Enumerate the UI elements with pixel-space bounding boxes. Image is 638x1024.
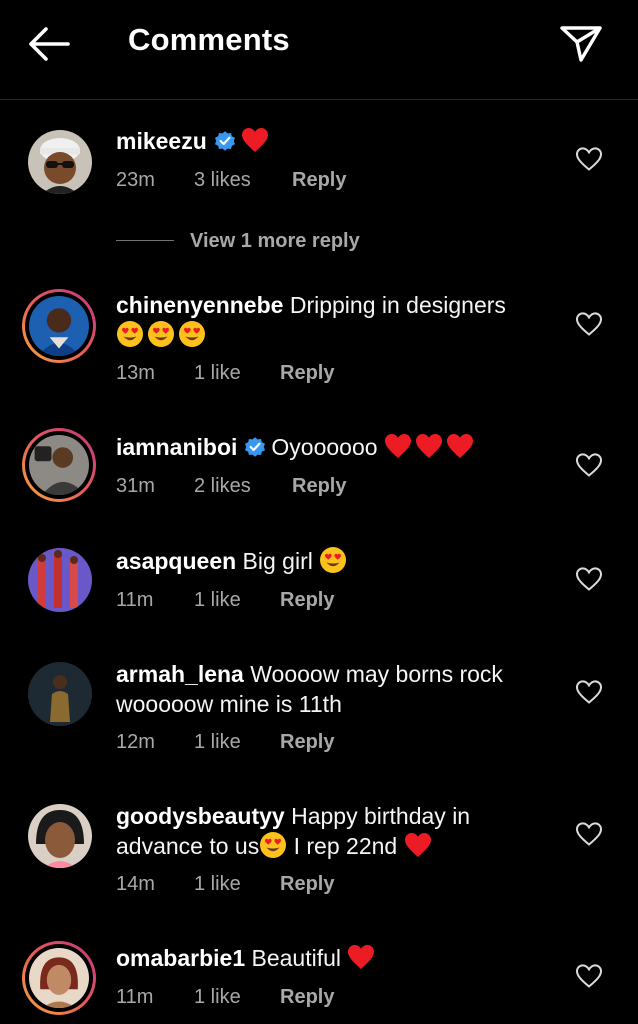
profile-photo	[29, 435, 89, 495]
profile-photo	[28, 130, 92, 194]
heart-outline-icon[interactable]	[575, 963, 603, 989]
like-count[interactable]: 1 like	[194, 873, 280, 896]
comment-text: asapqueen Big girl	[116, 546, 546, 576]
comment-text: armah_lena Woooow may borns rock wooooow…	[116, 659, 546, 719]
comment-time: 31m	[116, 475, 155, 497]
username[interactable]: omabarbie1	[116, 945, 245, 971]
like-count[interactable]: 2 likes	[194, 475, 292, 498]
comment-body: Beautiful	[251, 945, 342, 971]
comment-body: Oyoooooo	[271, 434, 378, 460]
profile-photo	[29, 948, 89, 1008]
reply-button[interactable]: Reply	[280, 873, 334, 896]
avatar[interactable]	[28, 804, 92, 868]
username[interactable]: goodysbeautyy	[116, 803, 285, 829]
comment-meta: 12m 1 like Reply	[116, 731, 334, 754]
red-heart-emoji-icon	[347, 944, 375, 970]
comment-meta: 11m 1 like Reply	[116, 589, 334, 612]
heart-eyes-emoji-icon	[178, 320, 206, 348]
reply-button[interactable]: Reply	[280, 731, 334, 754]
like-count[interactable]: 1 like	[194, 986, 280, 1009]
comment-text: mikeezu	[116, 126, 546, 156]
heart-outline-icon[interactable]	[575, 146, 603, 172]
comment-body-continued: I rep 22nd	[293, 833, 398, 859]
comment-meta: 23m 3 likes Reply	[116, 169, 346, 192]
heart-eyes-emoji-icon	[259, 831, 287, 859]
comments-header: Comments	[0, 0, 638, 100]
profile-photo	[28, 548, 92, 612]
heart-eyes-emoji-icon	[116, 320, 144, 348]
avatar[interactable]	[22, 941, 96, 1015]
heart-eyes-emoji-icon	[319, 546, 347, 574]
red-heart-emoji-icon	[241, 127, 269, 153]
profile-photo	[28, 804, 92, 868]
avatar[interactable]	[22, 428, 96, 502]
username[interactable]: iamnaniboi	[116, 434, 237, 460]
comment-time: 14m	[116, 873, 155, 895]
like-count[interactable]: 1 like	[194, 589, 280, 612]
comment-meta: 13m 1 like Reply	[116, 362, 334, 385]
heart-outline-icon[interactable]	[575, 452, 603, 478]
reply-button[interactable]: Reply	[292, 169, 346, 192]
verified-badge-icon	[213, 129, 237, 153]
comment-text: omabarbie1 Beautiful	[116, 943, 546, 973]
view-more-label: View 1 more reply	[190, 230, 360, 252]
comment-meta: 31m 2 likes Reply	[116, 475, 346, 498]
heart-outline-icon[interactable]	[575, 821, 603, 847]
back-button[interactable]	[26, 24, 72, 64]
red-heart-emoji-icon	[404, 832, 432, 858]
profile-photo	[28, 662, 92, 726]
reply-button[interactable]: Reply	[280, 986, 334, 1009]
reply-button[interactable]: Reply	[292, 475, 346, 498]
like-count[interactable]: 1 like	[194, 362, 280, 385]
share-button[interactable]	[558, 22, 604, 64]
red-heart-emoji-icon	[415, 433, 443, 459]
red-heart-emoji-icon	[384, 433, 412, 459]
reply-button[interactable]: Reply	[280, 362, 334, 385]
username[interactable]: chinenyennebe	[116, 292, 283, 318]
avatar[interactable]	[28, 662, 92, 726]
avatar[interactable]	[22, 289, 96, 363]
comment-text: chinenyennebe Dripping in designers	[116, 290, 546, 350]
arrow-left-icon	[29, 27, 70, 61]
heart-outline-icon[interactable]	[575, 311, 603, 337]
comment-meta: 11m 1 like Reply	[116, 986, 334, 1009]
comment-time: 11m	[116, 986, 154, 1008]
username[interactable]: armah_lena	[116, 661, 244, 687]
comment-time: 12m	[116, 731, 155, 753]
reply-button[interactable]: Reply	[280, 589, 334, 612]
page-title: Comments	[128, 22, 290, 57]
comment-time: 11m	[116, 589, 154, 611]
avatar[interactable]	[28, 130, 92, 194]
heart-outline-icon[interactable]	[575, 679, 603, 705]
heart-outline-icon[interactable]	[575, 566, 603, 592]
comment-body: Big girl	[242, 548, 313, 574]
red-heart-emoji-icon	[446, 433, 474, 459]
comment-text: goodysbeautyy Happy birthday in advance …	[116, 801, 546, 861]
like-count[interactable]: 1 like	[194, 731, 280, 754]
heart-eyes-emoji-icon	[147, 320, 175, 348]
username[interactable]: asapqueen	[116, 548, 236, 574]
divider	[116, 240, 174, 241]
avatar[interactable]	[28, 548, 92, 612]
comment-meta: 14m 1 like Reply	[116, 873, 334, 896]
comment-time: 23m	[116, 169, 155, 191]
paper-plane-icon	[560, 26, 602, 62]
comment-time: 13m	[116, 362, 155, 384]
profile-photo	[29, 296, 89, 356]
like-count[interactable]: 3 likes	[194, 169, 292, 192]
comment-body: Dripping in designers	[289, 292, 506, 318]
verified-badge-icon	[243, 435, 267, 459]
comment-text: iamnaniboi Oyoooooo	[116, 432, 546, 462]
username[interactable]: mikeezu	[116, 128, 207, 154]
view-more-replies[interactable]: View 1 more reply	[116, 230, 360, 254]
